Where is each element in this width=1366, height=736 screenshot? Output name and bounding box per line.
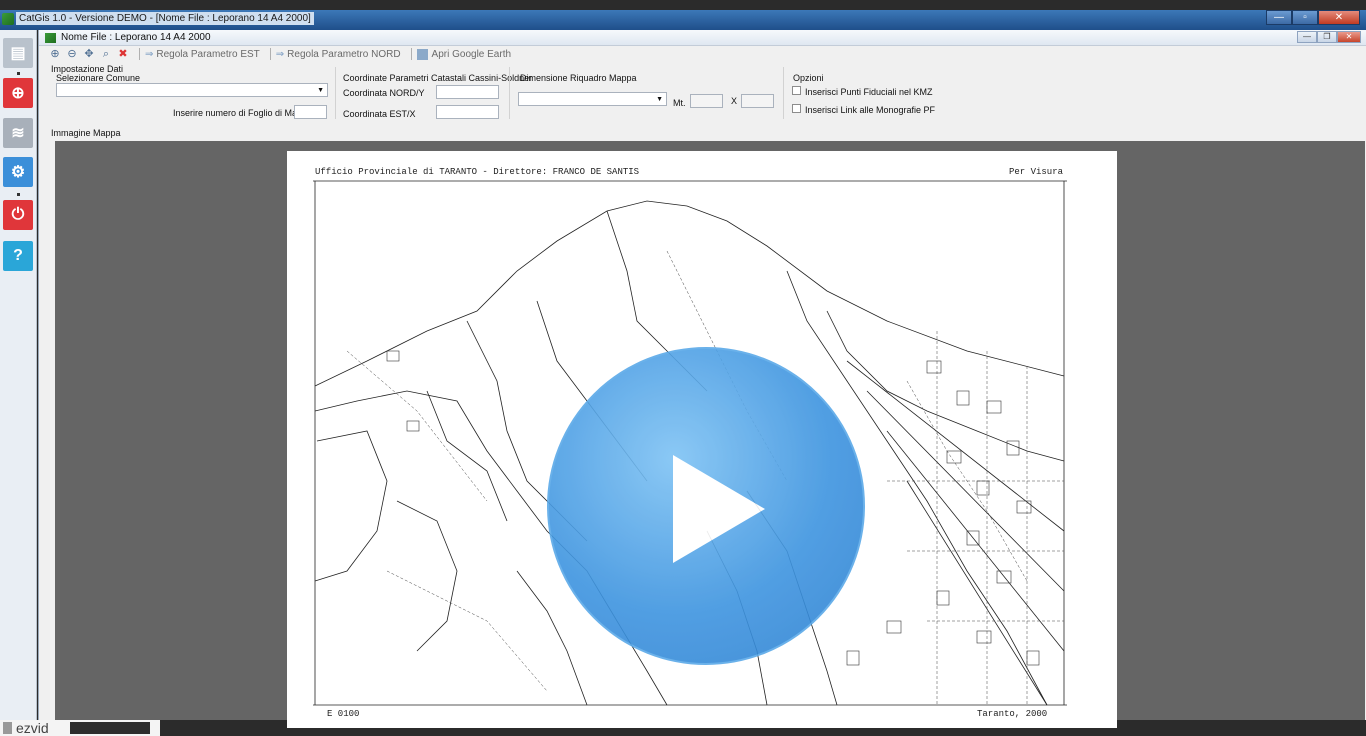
sidebar-lifebuoy-icon[interactable]: ⊕ [3,78,33,108]
sidebar-power-icon[interactable]: ⏻ [3,200,33,230]
arrow-right-icon: ⇒ [275,48,285,60]
document-window-controls: — ❐ ✕ [1297,31,1361,43]
play-icon [673,455,765,563]
title-bar: CatGis 1.0 - Versione DEMO - [Nome File … [0,10,1366,30]
map-header-text: Ufficio Provinciale di TARANTO - Diretto… [315,167,640,177]
pan-icon[interactable]: ✥ [83,48,95,60]
zoom-in-icon[interactable]: ⊕ [49,48,61,60]
document-title: Nome File : Leporano 14 A4 2000 [61,32,211,43]
window-controls: — ▫ ✕ [1266,10,1360,26]
foglio-label: Inserire numero di Foglio di Mappa [173,108,313,118]
sidebar-settings-icon[interactable]: ⚙ [3,157,33,187]
map-footer-right: Taranto, 2000 [977,709,1048,719]
doc-restore-button[interactable]: ❐ [1317,31,1337,43]
width-input[interactable] [690,94,723,108]
sidebar-layers-icon[interactable]: ≋ [3,118,33,148]
opt2-checkbox[interactable] [792,104,801,113]
maximize-button[interactable]: ▫ [1292,10,1318,25]
ezvid-watermark: ezvid [0,720,160,736]
arrow-right-icon: ⇒ [145,48,154,60]
comune-label: Selezionare Comune [56,73,141,83]
map-footer-left: E 0100 [327,709,360,719]
opt1-label: Inserisci Punti Fiduciali nel KMZ [805,87,933,97]
group-divider [335,67,336,119]
x-label: X [731,96,738,106]
document-window: Nome File : Leporano 14 A4 2000 — ❐ ✕ ⊕ … [38,30,1366,728]
toolbar-separator [139,48,140,60]
play-button[interactable] [547,347,865,665]
sidebar-help-icon[interactable]: ? [3,241,33,271]
est-label: Coordinata EST/X [343,109,416,119]
apri-google-earth-button[interactable]: Apri Google Earth [432,49,512,60]
dim-title: Dimensione Riquadro Mappa [520,73,637,83]
app-icon [2,13,14,25]
regola-nord-button[interactable]: Regola Parametro NORD [287,49,400,60]
doc-close-button[interactable]: ✕ [1337,31,1361,43]
document-icon [45,33,56,43]
comune-select[interactable]: ▼ [56,83,328,97]
est-input[interactable] [436,105,499,119]
app-frame: CatGis 1.0 - Versione DEMO - [Nome File … [0,0,1366,736]
height-input[interactable] [741,94,774,108]
nord-input[interactable] [436,85,499,99]
cancel-icon[interactable]: ✖ [117,48,129,60]
foglio-input[interactable] [294,105,327,119]
opzioni-title: Opzioni [793,73,824,83]
toolbar-separator [410,48,412,60]
zoom-window-icon[interactable]: ⌕ [100,48,112,60]
window-title: CatGis 1.0 - Versione DEMO - [Nome File … [16,12,314,25]
sidebar: ▤ ⊕ ≋ ⚙ ⏻ ? [0,30,37,720]
opt1-checkbox[interactable] [792,86,801,95]
video-controls-strip [70,722,150,734]
map-viewport[interactable]: Ufficio Provinciale di TARANTO - Diretto… [55,141,1365,728]
group-divider [783,67,784,119]
close-button[interactable]: ✕ [1318,10,1360,25]
ezvid-logo-icon [3,722,12,734]
map-label: Immagine Mappa [51,128,121,138]
document-title-bar: Nome File : Leporano 14 A4 2000 — ❐ ✕ [39,30,1366,46]
doc-minimize-button[interactable]: — [1297,31,1317,43]
chevron-down-icon: ▼ [656,96,663,103]
mt-label: Mt. [673,98,686,108]
toolbar: ⊕ ⊖ ✥ ⌕ ✖ ⇒ Regola Parametro EST ⇒ Regol… [39,46,1366,62]
sidebar-divider-dot [17,193,20,196]
group-divider [509,67,510,119]
map-per-visura: Per Visura [1009,167,1064,177]
minimize-button[interactable]: — [1266,10,1292,25]
opt2-label: Inserisci Link alle Monografie PF [805,105,936,115]
coord-title: Coordinate Parametri Catastali Cassini-S… [343,73,533,83]
settings-form: Impostazione Dati Selezionare Comune ▼ I… [39,62,1366,124]
nord-label: Coordinata NORD/Y [343,88,425,98]
sidebar-divider-dot [17,72,20,75]
google-earth-icon [416,48,428,60]
chevron-down-icon: ▼ [317,87,324,94]
zoom-out-icon[interactable]: ⊖ [66,48,78,60]
regola-est-button[interactable]: Regola Parametro EST [156,49,259,60]
ezvid-brand: ezvid [16,720,49,736]
toolbar-separator [269,48,271,60]
dim-select[interactable]: ▼ [518,92,667,106]
sidebar-open-icon[interactable]: ▤ [3,38,33,68]
